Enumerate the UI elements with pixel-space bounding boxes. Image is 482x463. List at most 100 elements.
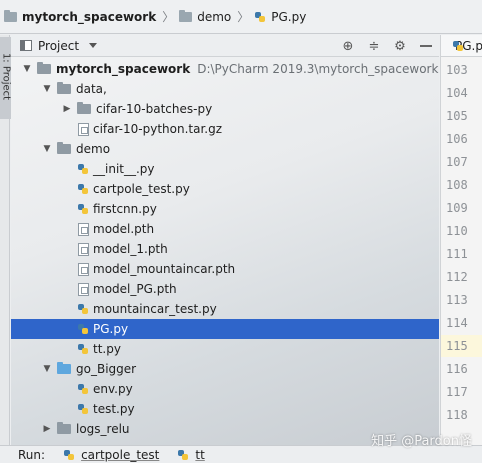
run-label: Run: <box>18 447 46 462</box>
tree-file-row[interactable]: ▼model_1.pth <box>11 239 439 259</box>
line-number: 111 <box>446 247 468 261</box>
watermark-text: 知乎 @Pardon怪 <box>371 434 472 449</box>
tree-file-row[interactable]: ▼PG.py <box>11 319 439 339</box>
line-number: 106 <box>446 132 468 146</box>
panel-title[interactable]: Project <box>38 39 79 53</box>
line-number: 115 <box>441 335 482 357</box>
tool-window-strip: 1: Project <box>0 35 12 445</box>
tree-item-label: mountaincar_test.py <box>93 302 217 316</box>
tree-file-row[interactable]: ▼env.py <box>11 379 439 399</box>
python-file-icon <box>63 449 75 461</box>
breadcrumb-item-file[interactable]: PG.py <box>252 0 308 33</box>
tree-item-label: go_Bigger <box>76 362 137 376</box>
python-file-icon <box>77 303 89 315</box>
tree-folder-row[interactable]: ▼ go_Bigger <box>11 359 439 379</box>
line-number: 116 <box>446 362 468 376</box>
tree-item-label: model_mountaincar.pth <box>93 262 236 276</box>
project-panel-header: Project ⊕ ≑ ⚙ <box>11 35 439 57</box>
line-number: 112 <box>446 270 468 284</box>
tree-item-label: model_1.pth <box>93 242 168 256</box>
tree-file-row[interactable]: ▼model_mountaincar.pth <box>11 259 439 279</box>
tree-item-label: data, <box>76 82 107 96</box>
tree-folder-row[interactable]: ▼ demo <box>11 139 439 159</box>
hide-panel-icon[interactable] <box>420 45 432 47</box>
line-number: 110 <box>446 224 468 238</box>
tree-item-label: cifar-10-python.tar.gz <box>93 122 223 136</box>
tree-folder-row[interactable]: ▼ mytorch_spacework D:\PyCharm 2019.3\myto… <box>11 59 439 79</box>
folder-icon <box>179 9 193 22</box>
tree-item-label: demo <box>76 142 111 156</box>
run-tab-label: cartpole_test <box>81 447 160 462</box>
tree-item-label: test.py <box>93 402 135 416</box>
chevron-right-icon[interactable]: ▶ <box>61 104 73 114</box>
chevron-down-icon[interactable]: ▼ <box>41 84 53 94</box>
editor-area: PG.py 103 104 105 106 107 108 109 110 111 112 113 1… <box>440 35 482 445</box>
python-file-icon <box>77 343 89 355</box>
tree-item-label: PG.py <box>93 322 129 336</box>
folder-icon <box>4 9 17 22</box>
folder-icon <box>57 362 71 374</box>
chevron-down-icon[interactable]: ▼ <box>21 64 33 74</box>
folder-icon <box>57 82 71 94</box>
python-file-icon <box>77 163 89 175</box>
line-number: 108 <box>446 178 468 192</box>
tree-item-label: firstcnn.py <box>93 202 157 216</box>
chevron-right-icon[interactable]: ▶ <box>41 424 53 434</box>
chevron-down-icon[interactable]: ▼ <box>41 364 53 374</box>
chevron-down-icon[interactable] <box>89 43 98 48</box>
python-file-icon <box>254 11 266 23</box>
tree-item-label: __init__.py <box>93 162 155 176</box>
tree-item-label: logs_relu <box>76 422 130 436</box>
tree-folder-row[interactable]: ▶ cifar-10-batches-py <box>11 99 439 119</box>
tree-file-row[interactable]: ▼model.pth <box>11 219 439 239</box>
tree-file-row[interactable]: ▼cifar-10-python.tar.gz <box>11 119 439 139</box>
collapse-all-icon[interactable]: ≑ <box>361 39 387 54</box>
tree-file-row[interactable]: ▼mountaincar_test.py <box>11 299 439 319</box>
editor-tab-pg[interactable]: PG.py <box>441 35 482 57</box>
tree-file-row[interactable]: ▼firstcnn.py <box>11 199 439 219</box>
run-tab-cartpole[interactable]: cartpole_test <box>61 448 159 462</box>
tree-file-row[interactable]: ▼__init__.py <box>11 159 439 179</box>
folder-icon <box>57 422 71 434</box>
python-file-icon <box>177 449 189 461</box>
line-number: 109 <box>446 201 468 215</box>
line-number: 107 <box>446 155 468 169</box>
file-icon <box>78 262 89 276</box>
file-icon <box>78 222 89 236</box>
breadcrumb-item-project[interactable]: mytorch_spacework <box>2 0 158 33</box>
line-number: 118 <box>446 408 468 422</box>
tree-file-row[interactable]: ▼model_PG.pth <box>11 279 439 299</box>
chevron-down-icon[interactable]: ▼ <box>41 144 53 154</box>
breadcrumb-label: PG.py <box>271 9 307 24</box>
project-view-icon <box>20 40 32 51</box>
tree-item-label: model.pth <box>93 222 155 236</box>
tree-file-row[interactable]: ▼cartpole_test.py <box>11 179 439 199</box>
python-file-icon <box>77 183 89 195</box>
breadcrumb-item-demo[interactable]: demo <box>177 0 233 33</box>
line-number: 113 <box>446 293 468 307</box>
project-tool-button[interactable]: 1: Project <box>0 37 12 119</box>
folder-icon <box>37 62 51 74</box>
file-icon <box>78 242 89 256</box>
line-number: 105 <box>446 109 468 123</box>
locate-file-icon[interactable]: ⊕ <box>335 39 361 54</box>
folder-icon <box>57 142 71 154</box>
tree-file-row[interactable]: ▼test.py <box>11 399 439 419</box>
tree-item-label: model_PG.pth <box>93 282 177 296</box>
tree-folder-row[interactable]: ▼ data, <box>11 79 439 99</box>
tree-item-label: cifar-10-batches-py <box>96 102 213 116</box>
tree-item-label: cartpole_test.py <box>93 182 190 196</box>
panel-toolbar: ⊕ ≑ ⚙ <box>335 35 439 57</box>
project-path: D:\PyCharm 2019.3\mytorch_spacework <box>197 62 439 76</box>
file-icon <box>78 282 89 296</box>
tree-file-row[interactable]: ▼tt.py <box>11 339 439 359</box>
line-number: 104 <box>446 86 468 100</box>
run-tab-tt[interactable]: tt <box>175 448 205 462</box>
python-file-icon <box>77 323 89 335</box>
chevron-right-icon: 〉 <box>162 10 175 24</box>
breadcrumb-label: demo <box>197 9 232 24</box>
project-tool-label: 1: Project <box>0 52 12 101</box>
tree-item-label: tt.py <box>93 342 121 356</box>
python-file-icon <box>77 403 89 415</box>
gear-icon[interactable]: ⚙ <box>387 39 413 54</box>
